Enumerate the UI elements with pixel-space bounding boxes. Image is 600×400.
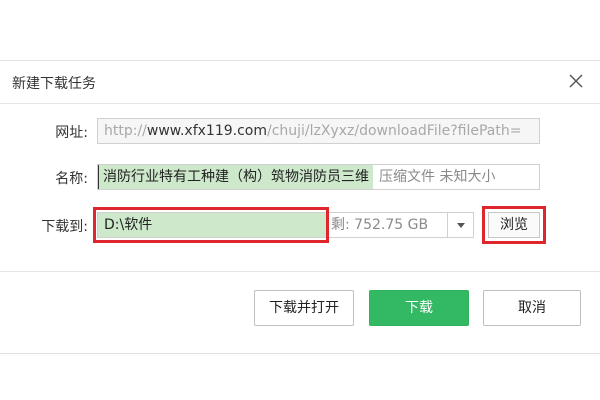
file-name-field[interactable]: 消防行业特有工种建（构）筑物消防员三维 压缩文件 未知大小	[97, 164, 540, 190]
url-rest: /chuji/lzXyxz/downloadFile?filePath=	[266, 123, 522, 139]
free-space-text: 剩: 752.75 GB	[331, 217, 429, 233]
divider	[0, 271, 600, 272]
name-label: 名称:	[55, 171, 88, 187]
save-to-label: 下载到:	[41, 219, 88, 235]
save-path-input[interactable]: D:\软件	[98, 213, 328, 237]
screenshot-page: 新建下载任务 网址: http://www.xfx119.com/chuji/l…	[0, 0, 600, 400]
download-button[interactable]: 下载	[369, 290, 469, 326]
file-name-value: 消防行业特有工种建（构）筑物消防员三维	[98, 165, 373, 189]
url-field[interactable]: http://www.xfx119.com/chuji/lzXyxz/downl…	[97, 118, 540, 144]
url-prefix: http://	[104, 123, 147, 139]
cancel-button[interactable]: 取消	[483, 290, 581, 326]
dialog-title: 新建下载任务	[12, 76, 96, 92]
save-path-group: D:\软件 剩: 752.75 GB	[97, 212, 474, 238]
browse-button[interactable]: 浏览	[488, 212, 540, 238]
url-domain: www.xfx119.com	[146, 123, 267, 139]
file-type-size: 压缩文件 未知大小	[379, 169, 496, 185]
new-download-dialog: 新建下载任务 网址: http://www.xfx119.com/chuji/l…	[0, 60, 600, 354]
chevron-down-icon	[457, 223, 465, 228]
close-icon	[569, 74, 583, 88]
dialog-titlebar: 新建下载任务	[0, 61, 600, 104]
close-button[interactable]	[566, 71, 586, 91]
save-path-dropdown[interactable]	[447, 213, 473, 237]
url-label: 网址:	[55, 125, 88, 141]
download-and-open-button[interactable]: 下载并打开	[254, 290, 354, 326]
